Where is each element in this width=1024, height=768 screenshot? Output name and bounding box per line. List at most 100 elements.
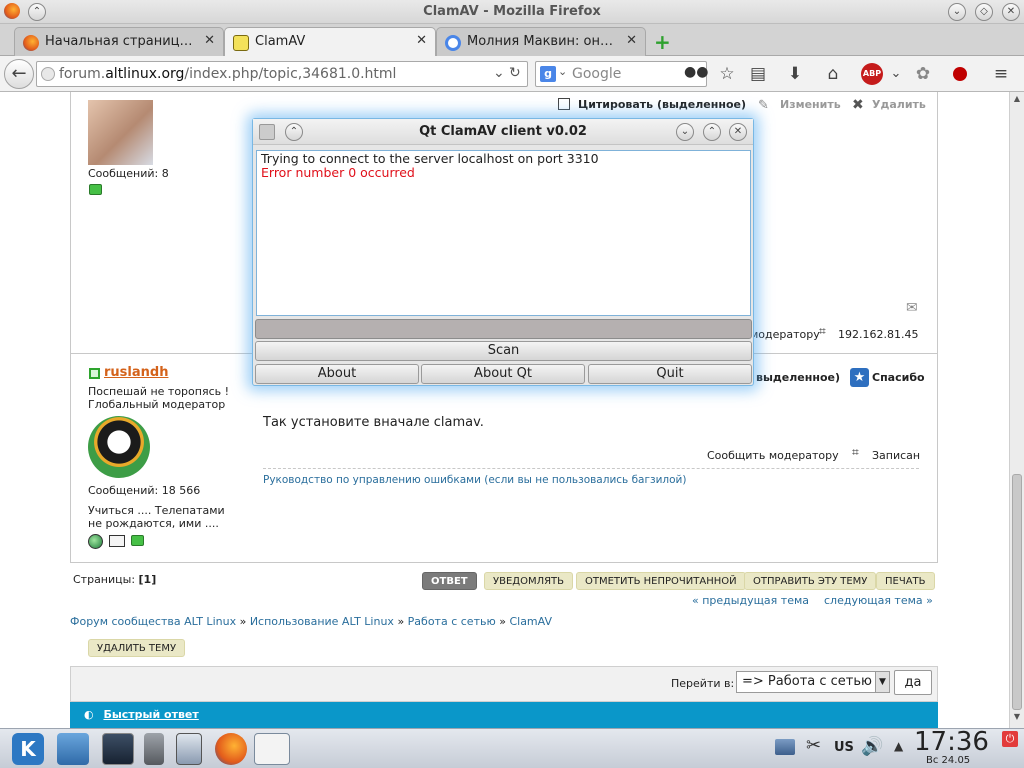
clipboard-scissors-icon[interactable]: ✂ [806,735,821,756]
bug-guide-link[interactable]: Руководство по управлению ошибками (если… [263,474,686,486]
adblock-icon[interactable]: ABP [861,63,883,85]
breadcrumb-separator: » [499,615,510,628]
url-domain: altlinux.org [105,66,185,82]
terminal-icon[interactable] [102,733,134,765]
progress-bar [255,319,752,339]
quit-button[interactable]: Quit [588,364,752,384]
quote-selected-link[interactable]: Цитировать (выделенное) [578,98,746,111]
speech-bubble-icon [89,184,102,195]
volume-icon[interactable]: 🔊 [861,736,883,757]
close-tab-icon[interactable]: ✕ [416,33,427,48]
close-dialog-button[interactable]: ✕ [729,123,747,141]
log-textarea[interactable]: Trying to connect to the server localhos… [256,150,751,316]
url-bar[interactable]: forum.altlinux.org/index.php/topic,34681… [36,61,528,87]
avatar [88,416,150,478]
website-globe-icon[interactable] [88,534,103,549]
breadcrumb: Форум сообщества ALT Linux » Использован… [70,615,552,628]
user-rank: Глобальный модератор [88,398,226,411]
report-moderator-link[interactable]: Сообщить модератору [707,449,839,462]
tab-clamav[interactable]: ClamAV ✕ [224,27,436,57]
tab-start-page[interactable]: Начальная страниц… ✕ [14,27,224,56]
dialog-titlebar[interactable]: ⌃ Qt ClamAV client v0.02 ⌄ ⌃ ✕ [253,119,753,145]
breadcrumb-using[interactable]: Использование ALT Linux [250,615,394,628]
breadcrumb-forum[interactable]: Форум сообщества ALT Linux [70,615,236,628]
search-bar[interactable]: g ⌄ Google ●● [535,61,708,87]
maximize-button[interactable]: ⌃ [703,123,721,141]
breadcrumb-current[interactable]: ClamAV [509,615,552,628]
breadcrumb-network[interactable]: Работа с сетью [408,615,496,628]
disk-icon[interactable] [144,733,164,765]
file-manager-icon[interactable] [57,733,89,765]
username-link[interactable]: ruslandh [104,365,168,380]
reply-button[interactable]: ОТВЕТ [422,572,477,590]
chevron-icon: ◐ [84,708,94,721]
email-icon[interactable] [109,535,125,547]
reload-icon[interactable]: ↻ [509,65,521,81]
search-placeholder: Google [572,66,622,82]
quote-selected-link[interactable]: выделенное) [756,371,840,384]
close-tab-icon[interactable]: ✕ [626,33,637,48]
ip-icon: ⌗ [852,445,859,459]
next-topic-link[interactable]: следующая тема » [824,594,933,607]
chevron-down-icon[interactable]: ⌄ [558,65,567,78]
archive-icon[interactable] [176,733,202,765]
scan-button[interactable]: Scan [255,341,752,361]
quick-reply-label: Быстрый ответ [103,708,199,721]
menu-icon[interactable]: ≡ [990,63,1012,85]
power-icon[interactable]: ⏻ [1002,731,1018,747]
tray-expand-icon[interactable]: ▲ [894,739,903,753]
binoculars-icon[interactable]: ●● [684,64,708,80]
scroll-thumb[interactable] [1012,474,1022,710]
close-tab-icon[interactable]: ✕ [204,33,215,48]
keyboard-layout[interactable]: US [834,740,854,755]
page-scrollbar[interactable]: ▲ ▼ [1009,92,1024,728]
quick-reply-bar[interactable]: ◐ Быстрый ответ [70,702,938,728]
scroll-up-icon[interactable]: ▲ [1011,94,1023,108]
reading-list-icon[interactable]: ▤ [747,63,769,85]
about-qt-button[interactable]: About Qt [421,364,585,384]
about-button[interactable]: About [255,364,419,384]
back-button[interactable]: ← [4,59,34,89]
chevron-down-icon[interactable]: ⌄ [885,63,907,85]
minimize-button[interactable]: ⌄ [948,3,966,21]
print-button[interactable]: ПЕЧАТЬ [876,572,935,590]
report-moderator-link[interactable]: модератору [750,328,820,341]
minimize-button[interactable]: ⌄ [676,123,694,141]
kde-menu-icon[interactable]: K [12,733,44,765]
new-tab-icon[interactable]: + [654,30,671,54]
tab-lightning-mcqueen[interactable]: Молния Маквин: он… ✕ [436,27,646,56]
bookmark-star-icon[interactable]: ☆ [716,63,738,85]
jump-go-button[interactable]: да [894,670,932,695]
clamav-task-icon[interactable] [254,733,290,765]
network-icon[interactable] [775,739,795,755]
signature-line-1: Учиться .... Телепатами [88,504,225,517]
edit-icon: ✎ [758,98,769,113]
window-titlebar: ⌃ ClamAV - Mozilla Firefox ⌄ ◇ ✕ [0,0,1024,24]
downloads-icon[interactable]: ⬇ [784,63,806,85]
clock-time[interactable]: 17:36 [914,727,989,757]
firefox-icon [23,35,39,51]
delete-link[interactable]: Удалить [872,98,926,111]
report-icon[interactable]: ✉ [906,300,918,316]
mark-unread-button[interactable]: ОТМЕТИТЬ НЕПРОЧИТАННОЙ [576,572,746,590]
window-title: ClamAV - Mozilla Firefox [423,4,601,19]
edit-link[interactable]: Изменить [780,98,841,111]
speech-bubble-icon[interactable] [131,535,144,546]
scroll-down-icon[interactable]: ▼ [1011,712,1023,726]
notify-button[interactable]: УВЕДОМЛЯТЬ [484,572,574,590]
pagination-current[interactable]: [1] [139,573,157,586]
jump-select[interactable]: => Работа с сетью ▼ [736,671,890,693]
send-topic-button[interactable]: ОТПРАВИТЬ ЭТУ ТЕМУ [744,572,877,590]
thanks-link[interactable]: Спасибо [872,371,925,384]
avatar [88,100,153,165]
prev-topic-link[interactable]: « предыдущая тема [692,594,809,607]
close-window-button[interactable]: ✕ [1002,3,1020,21]
delete-topic-button[interactable]: УДАЛИТЬ ТЕМУ [88,639,186,657]
dropdown-icon[interactable]: ⌄ [493,65,505,81]
record-icon[interactable] [949,63,971,85]
maximize-button[interactable]: ◇ [975,3,993,21]
firefox-icon[interactable] [215,733,247,765]
extension-icon[interactable]: ✿ [912,63,934,85]
post-body: Так установите вначале clamav. [263,415,484,430]
home-icon[interactable]: ⌂ [822,63,844,85]
